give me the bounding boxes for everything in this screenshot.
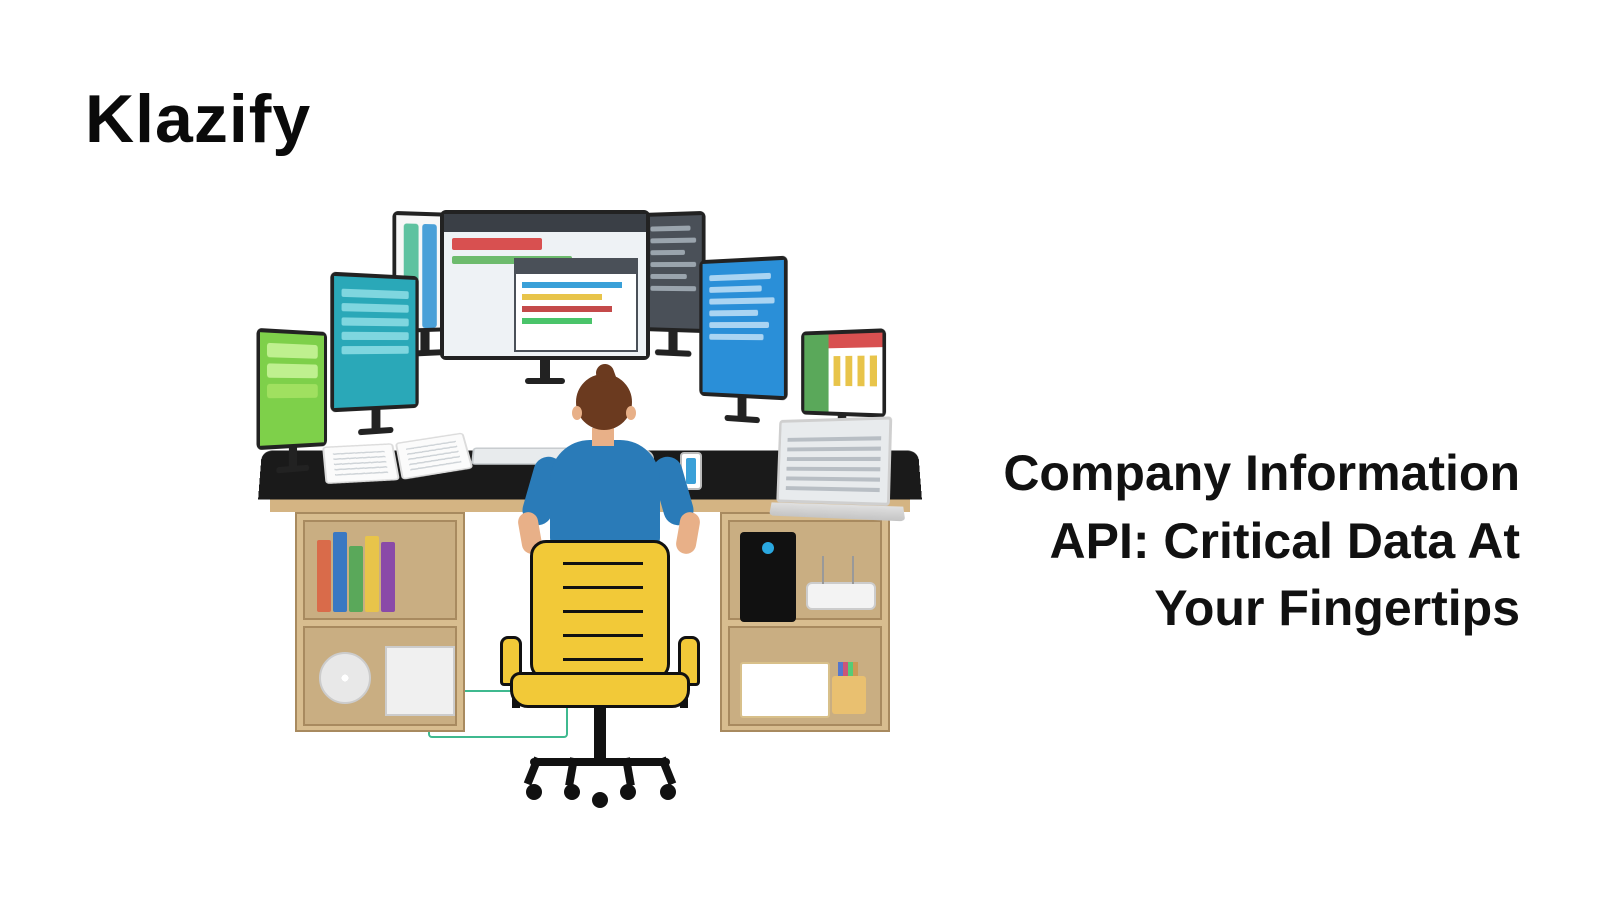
router-icon [806, 582, 876, 610]
pc-tower-icon [740, 532, 796, 622]
desk-pedestal-left-icon [295, 512, 465, 732]
cd-disc-icon [319, 652, 371, 704]
monitor-teal-left-icon [330, 272, 418, 413]
monitor-green-far-left-icon [256, 328, 327, 450]
brand-logo-text: Klazify [85, 80, 311, 158]
office-chair-icon [510, 540, 690, 800]
pencil-holder-icon [832, 676, 866, 714]
hero-illustration [240, 180, 940, 820]
monitor-center-icon [440, 210, 650, 360]
monitor-small-far-right-icon [801, 328, 886, 417]
article-headline: Company Information API: Critical Data A… [1000, 440, 1520, 643]
monitor-portrait-right-icon [642, 211, 706, 333]
desk-pedestal-right-icon [720, 512, 890, 732]
laptop-icon [776, 416, 892, 506]
monitor-blue-right-icon [699, 256, 787, 401]
